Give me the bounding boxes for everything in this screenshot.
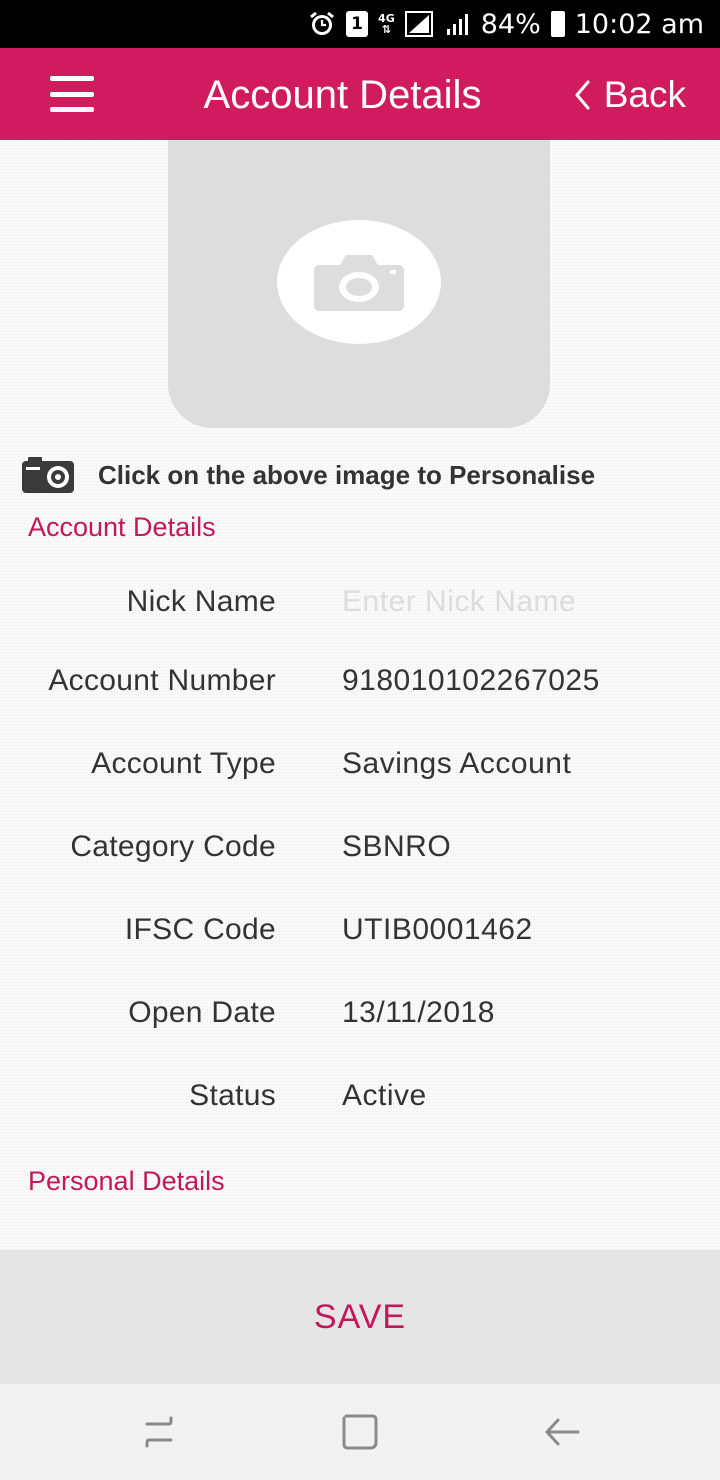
detail-row-status: Status Active [0, 1071, 720, 1121]
save-label: SAVE [313, 1297, 407, 1336]
detail-label: Account Number [48, 664, 276, 697]
detail-value: UTIB0001462 [342, 913, 533, 946]
detail-row-nick-name: Nick Name [0, 577, 720, 627]
camera-icon [314, 255, 404, 311]
detail-label: Status [189, 1079, 276, 1112]
battery-percent: 84% [480, 8, 541, 40]
camera-icon [22, 457, 74, 493]
nick-name-input[interactable] [342, 580, 672, 624]
camera-icon-circle [277, 220, 441, 344]
detail-value: 13/11/2018 [342, 996, 495, 1029]
network-4g-icon: 4G ⇅ [378, 13, 395, 35]
alarm-icon [308, 10, 336, 38]
data-arrows-icon: ⇅ [381, 23, 391, 36]
back-button[interactable]: Back [574, 70, 686, 120]
detail-row-account-number: Account Number 918010102267025 [0, 656, 720, 706]
system-navigation-bar [0, 1384, 720, 1480]
detail-row-ifsc-code: IFSC Code UTIB0001462 [0, 905, 720, 955]
account-details-content: Click on the above image to Personalise … [0, 140, 720, 1250]
detail-value: Active [342, 1079, 427, 1112]
detail-label: Open Date [128, 996, 276, 1029]
detail-label: Category Code [70, 830, 276, 863]
detail-row-open-date: Open Date 13/11/2018 [0, 988, 720, 1038]
detail-value: Savings Account [342, 747, 572, 780]
status-bar: 1 4G ⇅ 84% 10:02 am [0, 0, 720, 48]
profile-image-placeholder[interactable] [168, 140, 550, 428]
home-icon[interactable] [340, 1412, 380, 1452]
personalise-text: Click on the above image to Personalise [98, 459, 596, 490]
nick-name-label: Nick Name [126, 585, 276, 618]
back-arrow-icon[interactable] [542, 1412, 582, 1452]
section-title-personal-details[interactable]: Personal Details [28, 1166, 225, 1197]
detail-label: IFSC Code [124, 913, 276, 946]
personalise-hint: Click on the above image to Personalise [20, 453, 595, 497]
sim-icon: 1 [346, 11, 369, 37]
signal-bars-icon [445, 11, 471, 37]
detail-value: SBNRO [342, 830, 452, 863]
chevron-left-icon [575, 80, 590, 110]
app-bar: Account Details Back [0, 48, 720, 140]
battery-icon [550, 11, 565, 37]
detail-row-category-code: Category Code SBNRO [0, 822, 720, 872]
hamburger-menu-icon[interactable] [50, 76, 94, 112]
save-button[interactable]: SAVE [0, 1250, 720, 1384]
detail-value: 918010102267025 [342, 664, 600, 697]
detail-label: Account Type [91, 747, 276, 780]
page-title: Account Details [203, 73, 482, 117]
section-title-account-details: Account Details [28, 512, 216, 542]
detail-row-account-type: Account Type Savings Account [0, 739, 720, 789]
back-label: Back [603, 74, 686, 115]
recent-apps-icon[interactable] [139, 1412, 179, 1452]
signal-icon [404, 11, 435, 37]
clock: 10:02 am [574, 8, 704, 40]
